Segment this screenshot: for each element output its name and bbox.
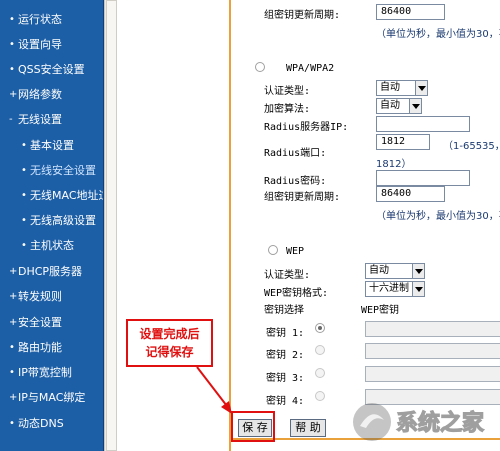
svg-text:系统之家: 系统之家 <box>396 410 485 436</box>
wpa-auth-type-select[interactable]: 自动 <box>376 80 428 96</box>
sidebar-item-wireless-advanced[interactable]: • 无线高级设置 <box>0 209 103 233</box>
sidebar-item-ip-mac-binding[interactable]: + IP与MAC绑定 <box>0 386 103 410</box>
wpa-encryption-label: 加密算法: <box>264 104 311 115</box>
radius-port-input[interactable]: 1812 <box>376 134 430 150</box>
sidebar-item-qss[interactable]: • QSS安全设置 <box>0 58 103 82</box>
wep-key-3-radio[interactable] <box>315 368 325 378</box>
wep-key-format-label: WEP密钥格式: <box>264 288 329 299</box>
wep-key-4-label: 密钥 4: <box>266 396 305 407</box>
save-button-highlight <box>231 411 275 442</box>
radius-password-label: Radius密码: <box>264 176 327 187</box>
sidebar-item-ip-bandwidth[interactable]: • IP带宽控制 <box>0 361 103 385</box>
annotation-callout: 设置完成后 记得保存 <box>126 319 213 367</box>
sidebar-item-forwarding[interactable]: + 转发规则 <box>0 285 103 309</box>
wep-key-2-input[interactable] <box>365 343 500 359</box>
sidebar-item-host-status[interactable]: • 主机状态 <box>0 234 103 258</box>
sidebar-item-wireless-mac-filter[interactable]: •无线MAC地址过滤 <box>0 184 103 208</box>
radius-port-note-default: 1812） <box>376 159 412 170</box>
chevron-down-icon <box>409 99 421 113</box>
sidebar-item-security[interactable]: + 安全设置 <box>0 311 103 335</box>
wep-key-3-label: 密钥 3: <box>266 373 305 384</box>
sidebar-item-status[interactable]: • 运行状态 <box>0 8 103 32</box>
wep-key-2-radio[interactable] <box>315 345 325 355</box>
annotation-line-1: 设置完成后 <box>139 327 200 341</box>
wpa-group-key-period-note: （单位为秒，最小值为30，不 <box>376 211 500 222</box>
chevron-down-icon <box>412 282 424 296</box>
radius-port-label: Radius端口: <box>264 148 327 159</box>
wpa-section-title: WPA/WPA2 <box>286 63 335 74</box>
sidebar-item-dhcp[interactable]: + DHCP服务器 <box>0 260 103 284</box>
scrollbar-thumb[interactable] <box>106 0 117 451</box>
watermark-logo-icon: 系统之家 <box>353 403 486 441</box>
sidebar-item-wireless-security[interactable]: • 无线安全设置 <box>0 159 103 183</box>
sidebar-item-ddns[interactable]: • 动态DNS <box>0 412 103 436</box>
radius-port-note: （1-65535， <box>443 141 500 152</box>
group-key-period-input[interactable]: 86400 <box>376 4 445 20</box>
wep-auth-type-select[interactable]: 自动 <box>365 263 425 279</box>
sidebar-item-setup-wizard[interactable]: • 设置向导 <box>0 33 103 57</box>
wpa-group-key-period-input[interactable]: 86400 <box>376 186 445 202</box>
annotation-line-2: 记得保存 <box>145 345 194 359</box>
wep-key-header: WEP密钥 <box>361 305 400 316</box>
radius-ip-input[interactable] <box>376 116 470 132</box>
wep-key-1-input[interactable] <box>365 321 500 337</box>
wep-key-3-input[interactable] <box>365 366 500 382</box>
wep-key-1-radio[interactable] <box>315 323 325 333</box>
wep-radio[interactable] <box>268 245 278 255</box>
wep-auth-type-label: 认证类型: <box>264 270 311 281</box>
group-key-period-note: （单位为秒，最小值为30，不 <box>376 29 500 40</box>
sidebar-item-network[interactable]: + 网络参数 <box>0 83 103 107</box>
wpa-encryption-select[interactable]: 自动 <box>376 98 422 114</box>
wpa-group-key-period-label: 组密钥更新周期: <box>264 192 341 203</box>
chevron-down-icon <box>412 264 424 278</box>
group-key-period-label: 组密钥更新周期: <box>264 10 341 21</box>
sidebar-item-wireless-basic[interactable]: • 基本设置 <box>0 134 103 158</box>
radius-password-input[interactable] <box>376 170 470 186</box>
sidebar-nav: • 运行状态 • 设置向导 • QSS安全设置 + 网络参数 - 无线设置 • 基本设置 •… <box>0 0 104 451</box>
sidebar-item-routing[interactable]: • 路由功能 <box>0 336 103 360</box>
radius-ip-label: Radius服务器IP: <box>264 122 349 133</box>
system-home-watermark: 系统之家 <box>350 398 496 446</box>
help-button[interactable]: 帮 助 <box>290 419 326 437</box>
sidebar-scrollbar[interactable] <box>104 0 117 451</box>
wep-key-1-label: 密钥 1: <box>266 328 305 339</box>
wep-section-title: WEP <box>286 246 305 257</box>
wep-key-2-label: 密钥 2: <box>266 350 305 361</box>
wep-key-4-radio[interactable] <box>315 391 325 401</box>
wpa-auth-type-label: 认证类型: <box>264 86 311 97</box>
sidebar-item-wireless[interactable]: - 无线设置 <box>0 108 103 132</box>
key-select-header: 密钥选择 <box>264 305 304 316</box>
chevron-down-icon <box>415 81 427 95</box>
wep-key-format-select[interactable]: 十六进制 <box>365 281 425 297</box>
wpa-wpa2-radio[interactable] <box>255 62 265 72</box>
